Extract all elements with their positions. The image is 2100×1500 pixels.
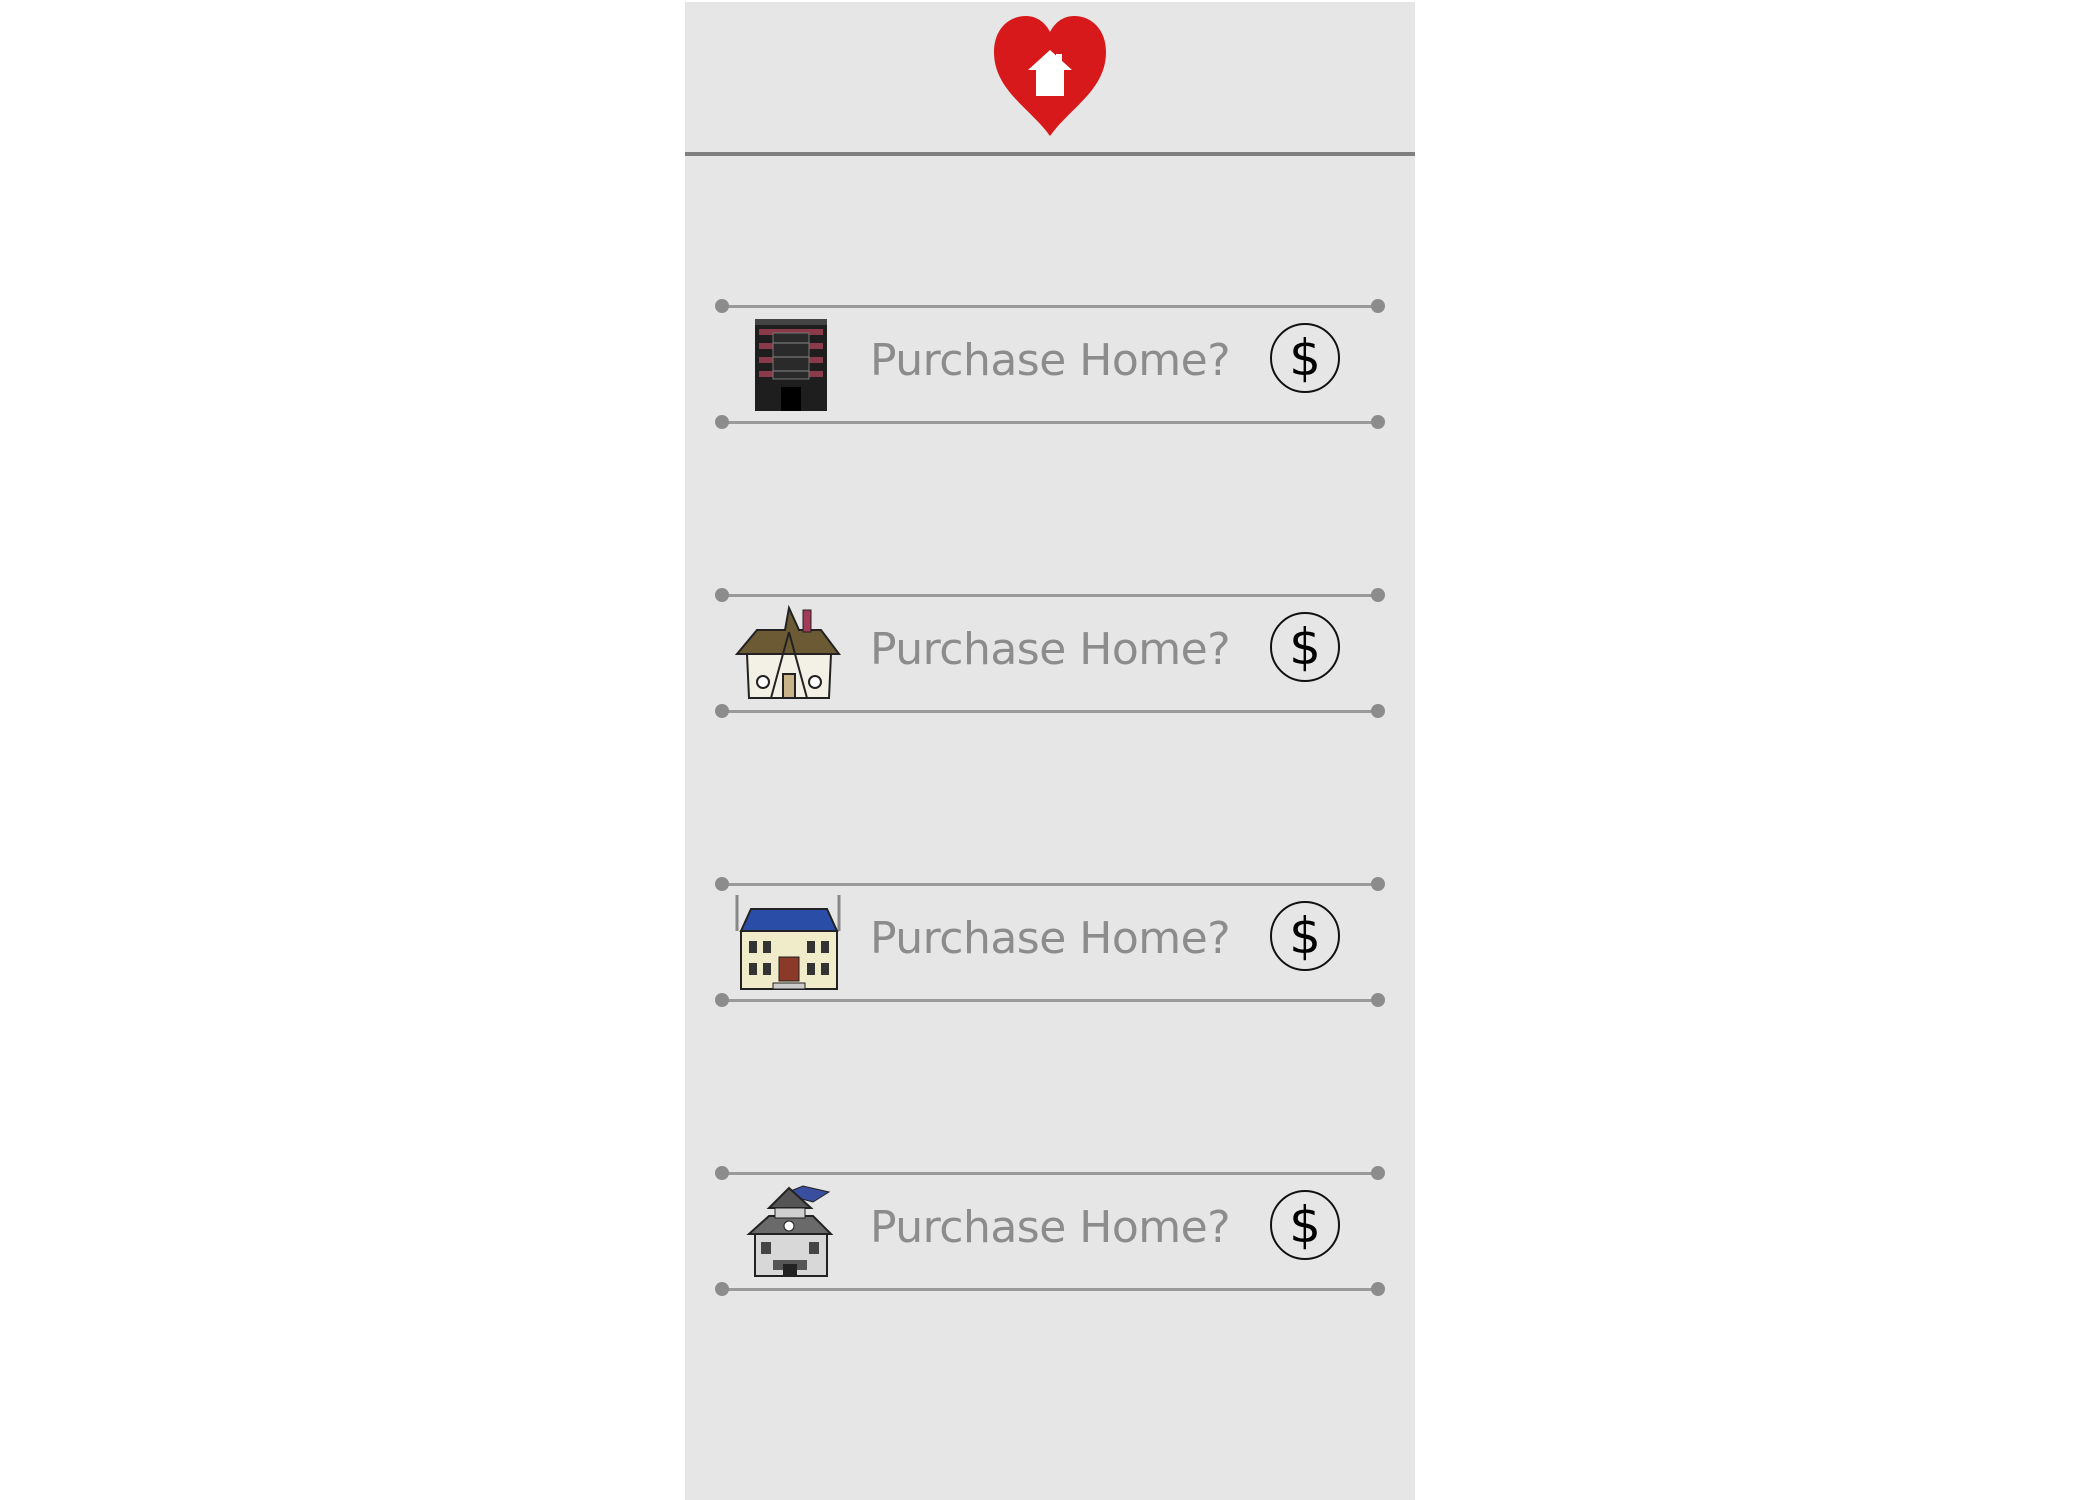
row-bottom-rail: [715, 993, 1385, 1007]
haunted-house-icon: [746, 1185, 834, 1277]
header-divider: [685, 152, 1415, 156]
listing-row: Purchase Home? $: [715, 877, 1385, 1007]
dollar-icon: $: [1289, 329, 1321, 387]
purchase-home-label: Purchase Home?: [870, 913, 1231, 964]
mansion-icon: [735, 895, 841, 990]
listing-row: Purchase Home? $: [715, 299, 1385, 429]
apartment-building-icon: [755, 319, 827, 411]
row-top-rail: [715, 588, 1385, 602]
dollar-icon: $: [1289, 1196, 1321, 1254]
header: [685, 2, 1415, 156]
row-top-rail: [715, 877, 1385, 891]
row-bottom-rail: [715, 1282, 1385, 1296]
listing-row: Purchase Home? $: [715, 1166, 1385, 1296]
dollar-icon: $: [1289, 907, 1321, 965]
purchase-home-label: Purchase Home?: [870, 335, 1231, 386]
tudor-cottage-icon: [734, 604, 841, 699]
listing-row: Purchase Home? $: [715, 588, 1385, 718]
app-screen: Purchase Home? $ Purchase Home? $ Purcha…: [685, 2, 1415, 1500]
row-bottom-rail: [715, 415, 1385, 429]
purchase-button[interactable]: $: [1270, 612, 1340, 682]
heart-house-icon[interactable]: [990, 12, 1110, 138]
dollar-icon: $: [1289, 618, 1321, 676]
row-top-rail: [715, 299, 1385, 313]
purchase-button[interactable]: $: [1270, 323, 1340, 393]
purchase-button[interactable]: $: [1270, 901, 1340, 971]
purchase-home-label: Purchase Home?: [870, 1202, 1231, 1253]
purchase-home-label: Purchase Home?: [870, 624, 1231, 675]
row-top-rail: [715, 1166, 1385, 1180]
row-bottom-rail: [715, 704, 1385, 718]
purchase-button[interactable]: $: [1270, 1190, 1340, 1260]
